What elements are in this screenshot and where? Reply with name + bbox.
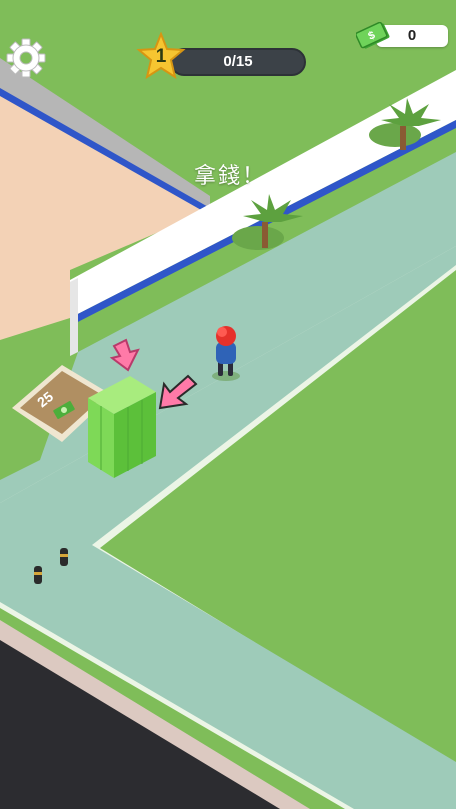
bollard bbox=[34, 566, 42, 584]
cash-icon: $ bbox=[356, 22, 390, 49]
player-character bbox=[212, 326, 240, 381]
bollard bbox=[60, 548, 68, 566]
wall-end bbox=[70, 278, 78, 356]
settings-button[interactable] bbox=[4, 36, 48, 80]
level-progress: 0/15 1 bbox=[136, 32, 308, 82]
level-number: 1 bbox=[155, 46, 167, 67]
progress-text: 0/15 bbox=[223, 53, 253, 70]
hint-text: 拿錢！ bbox=[193, 163, 266, 188]
money-counter: 0 $ bbox=[356, 22, 448, 50]
gear-icon bbox=[6, 38, 46, 78]
game-scene: 25 bbox=[0, 0, 456, 809]
